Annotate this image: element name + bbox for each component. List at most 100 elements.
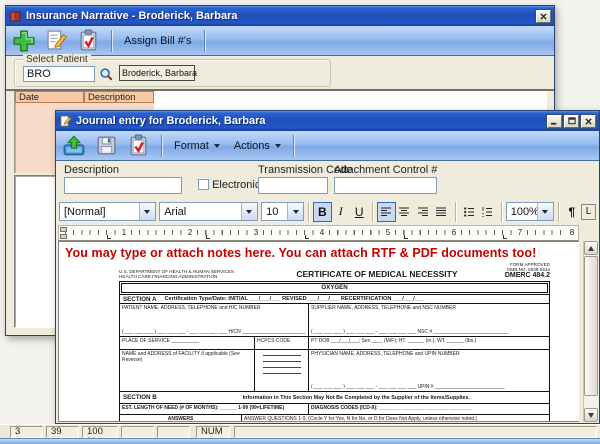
page-layout-button[interactable]: L — [581, 204, 596, 220]
align-right-icon — [418, 207, 429, 217]
ruler-number: 3 — [251, 228, 261, 237]
toolbar-separator — [111, 30, 112, 52]
align-left-button[interactable] — [377, 202, 395, 222]
chevron-down-icon — [214, 144, 220, 148]
cmn-form-title: CERTIFICATE OF MEDICAL NECESSITY — [249, 269, 505, 279]
attachment-control-input[interactable] — [334, 177, 437, 194]
toolbar-separator — [558, 202, 559, 222]
journal-window-title: Journal entry for Broderick, Barbara — [76, 115, 266, 127]
ruler-number: 8 — [567, 228, 577, 237]
cmn-section-a-label: SECTION A — [123, 296, 156, 303]
align-left-icon — [381, 207, 392, 217]
save-button[interactable] — [92, 132, 120, 159]
tab-stop-marker — [107, 235, 111, 239]
cmn-facility-label: NAME and ADDRESS of FACILITY if applicab… — [120, 350, 254, 391]
edit-narrative-button[interactable] — [42, 27, 70, 54]
status-panel-zoom: 100 % — [82, 426, 118, 438]
vertical-scrollbar[interactable] — [583, 241, 598, 422]
cmn-answers-label: ANSWERS — [120, 415, 241, 422]
bold-button[interactable]: B — [313, 202, 331, 222]
close-button[interactable] — [536, 10, 551, 23]
insurance-titlebar[interactable]: Insurance Narrative - Broderick, Barbara — [6, 6, 554, 26]
cmn-form: U.S. DEPARTMENT OF HEALTH & HUMAN SERVIC… — [119, 262, 550, 422]
align-right-button[interactable] — [414, 202, 432, 222]
close-button[interactable] — [581, 115, 596, 128]
document-notice-text: You may type or attach notes here. You c… — [65, 246, 536, 260]
journal-entry-window: Journal entry for Broderick, Barbara — [55, 110, 600, 424]
left-indent-marker[interactable] — [60, 234, 67, 239]
attachment-control-label: Attachment Control # — [334, 164, 437, 176]
electronic-checkbox-field[interactable]: Electronic — [198, 179, 260, 191]
chevron-down-icon — [275, 144, 281, 148]
select-patient-panel: Select Patient Broderick, Barbara — [6, 56, 554, 89]
journal-titlebar[interactable]: Journal entry for Broderick, Barbara — [56, 111, 599, 131]
font-size-value: 10 — [266, 206, 278, 218]
description-input[interactable] — [64, 177, 182, 194]
numbered-list-icon — [482, 207, 493, 217]
grid-column-description[interactable]: Description — [84, 91, 154, 103]
numbered-list-button[interactable] — [478, 202, 496, 222]
minimize-button[interactable] — [547, 115, 562, 128]
add-narrative-button[interactable] — [10, 27, 38, 54]
tab-stop-marker — [206, 235, 210, 239]
cmn-product-header: OXYGEN — [121, 283, 548, 293]
transmission-code-input[interactable] — [258, 177, 328, 194]
toolbar-separator — [161, 135, 162, 157]
post-entry-button[interactable] — [124, 132, 152, 159]
cmn-patient-stats-line: PT DOB ___/___/___; Sex ____ (M/F); HT. … — [308, 337, 549, 349]
actions-menu-button[interactable]: Actions — [227, 134, 288, 158]
font-family-value: Arial — [164, 206, 186, 218]
first-line-indent-marker[interactable] — [60, 227, 67, 232]
font-family-combo[interactable]: Arial — [159, 202, 257, 221]
zoom-value: 100% — [511, 206, 539, 218]
status-panel-line: 39 — [46, 426, 79, 438]
actions-menu-label: Actions — [234, 140, 270, 152]
paragraph-style-combo[interactable]: [Normal] — [59, 202, 156, 221]
paragraph-marks-button[interactable]: ¶ — [563, 202, 581, 222]
combo-dropdown-button[interactable] — [287, 203, 303, 220]
arrow-up-icon — [588, 246, 594, 251]
electronic-checkbox[interactable] — [198, 179, 209, 190]
status-bar: 3 39 100 % NUM — [0, 424, 600, 438]
italic-button[interactable]: I — [332, 202, 350, 222]
scroll-up-button[interactable] — [584, 241, 598, 255]
arrow-down-icon — [588, 413, 594, 418]
zoom-combo[interactable]: 100% — [506, 202, 554, 221]
cmn-physician-phone-line: ( ___ ___ ___ ) ___ ___ ___ - ___ ___ __… — [311, 384, 547, 390]
bullet-list-button[interactable] — [460, 202, 478, 222]
patient-search-input[interactable] — [23, 66, 95, 82]
verify-narrative-button[interactable] — [74, 27, 102, 54]
combo-dropdown-button[interactable] — [537, 203, 553, 220]
font-size-combo[interactable]: 10 — [261, 202, 304, 221]
search-icon — [99, 67, 114, 82]
scroll-down-button[interactable] — [584, 408, 598, 422]
scrollbar-thumb[interactable] — [584, 256, 598, 396]
import-file-button[interactable] — [60, 132, 88, 159]
assign-bill-button[interactable]: Assign Bill #'s — [117, 29, 199, 53]
align-center-button[interactable] — [396, 202, 414, 222]
journal-fields-panel: Description Electronic Transmission Code… — [56, 161, 599, 198]
tab-stop-marker — [404, 235, 408, 239]
insurance-window-icon — [9, 10, 22, 23]
cmn-supplier-phone-line: ( ___ ___ ___ ) ___ ___ ___ - ___ ___ __… — [311, 329, 547, 335]
cmn-section-a-text: Certification Type/Date: INITIAL ___/___… — [164, 296, 424, 302]
status-panel-message — [234, 426, 597, 438]
insurance-toolbar: Assign Bill #'s — [6, 26, 554, 56]
tab-stop-marker — [503, 235, 507, 239]
grid-column-date[interactable]: Date — [15, 91, 84, 103]
toolbar-separator — [372, 202, 373, 222]
underline-button[interactable]: U — [350, 202, 368, 222]
minimize-icon — [551, 118, 558, 125]
justify-button[interactable] — [433, 202, 451, 222]
justify-icon — [436, 207, 447, 217]
format-menu-button[interactable]: Format — [167, 134, 227, 158]
cmn-section-b-label: SECTION B — [123, 394, 157, 401]
ruler-number: 1 — [119, 228, 129, 237]
combo-dropdown-button[interactable] — [139, 203, 155, 220]
document-editing-area[interactable]: You may type or attach notes here. You c… — [58, 241, 579, 422]
combo-dropdown-button[interactable] — [241, 203, 257, 220]
maximize-button[interactable] — [564, 115, 579, 128]
cmn-supplier-label: SUPPLIER NAME, ADDRESS, TELEPHONE and NS… — [311, 305, 547, 311]
application-background: Insurance Narrative - Broderick, Barbara… — [0, 0, 600, 444]
patient-search-button[interactable] — [97, 66, 115, 82]
